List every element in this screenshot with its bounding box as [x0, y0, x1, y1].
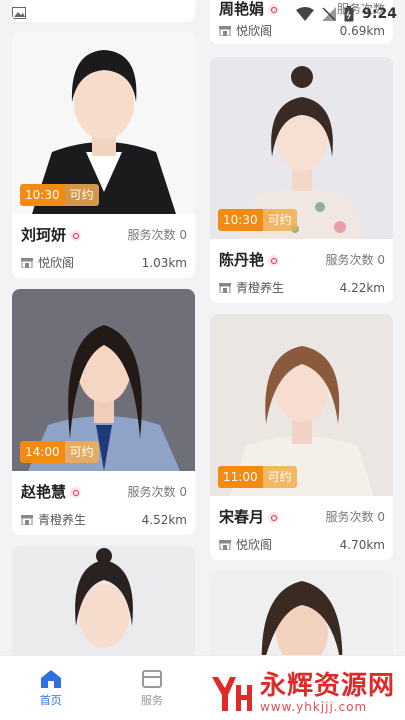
store-icon — [219, 282, 231, 293]
shop-name: 悦欣阁 — [236, 538, 273, 552]
therapist-photo[interactable]: 11:00 可约 — [210, 314, 393, 496]
shop-name: 悦欣阁 — [38, 256, 75, 270]
therapist-name: 陈丹艳 — [219, 251, 265, 269]
service-count: 服务次数 0 — [325, 510, 385, 524]
therapist-name: 周艳娟 — [219, 0, 265, 18]
therapist-photo[interactable] — [12, 546, 195, 656]
therapist-name: 宋春月 — [219, 508, 265, 526]
distance: 4.22km — [339, 280, 385, 295]
grid-icon — [141, 669, 162, 688]
therapist-card[interactable]: 11:00 可约 宋春月 服务次数 0 悦欣阁 4.70km — [210, 314, 393, 560]
battery-icon — [344, 6, 354, 22]
service-count: 服务次数 0 — [127, 228, 187, 242]
store-icon — [21, 514, 33, 525]
verified-icon — [70, 487, 82, 498]
distance: 1.03km — [141, 255, 187, 270]
tab-home[interactable]: 首页 — [0, 656, 101, 720]
therapist-feed[interactable]: ★★★★★ 周艳娟 服务次数 悦欣阁 0.69km — [0, 0, 405, 656]
therapist-name: 刘珂妍 — [21, 226, 67, 244]
verified-icon — [268, 512, 280, 523]
verified-icon — [268, 4, 280, 15]
watermark: 永辉资源网 www.yhkjjj.com — [210, 672, 395, 714]
therapist-card-partial[interactable] — [210, 571, 393, 656]
image-icon — [12, 4, 26, 19]
verified-icon — [70, 230, 82, 241]
availability-badge: 10:30 可约 — [218, 209, 297, 231]
therapist-name: 赵艳慧 — [21, 483, 67, 501]
therapist-card-partial-left[interactable]: ★★★★★ — [12, 0, 195, 22]
distance: 4.52km — [141, 512, 187, 527]
availability-badge: 14:00 可约 — [20, 441, 99, 463]
verified-icon — [268, 255, 280, 266]
therapist-photo[interactable]: 14:00 可约 — [12, 289, 195, 471]
therapist-photo[interactable]: 10:30 可约 — [12, 32, 195, 214]
therapist-card[interactable]: 10:30 可约 刘珂妍 服务次数 0 悦欣阁 1.03km — [12, 32, 195, 278]
distance: 4.70km — [339, 537, 385, 552]
availability-badge: 10:30 可约 — [20, 184, 99, 206]
tab-services[interactable]: 服务 — [101, 656, 202, 720]
shop-name: 青橙养生 — [236, 281, 285, 295]
tab-label: 首页 — [39, 693, 62, 707]
therapist-card-partial[interactable] — [12, 546, 195, 656]
clock: 9:24 — [362, 6, 397, 22]
therapist-card[interactable]: 14:00 可约 赵艳慧 服务次数 0 青橙养生 4.52km — [12, 289, 195, 535]
store-icon — [219, 539, 231, 550]
watermark-url: www.yhkjjj.com — [259, 700, 368, 714]
tab-label: 服务 — [140, 693, 163, 707]
therapist-photo[interactable]: 10:30 可约 — [210, 57, 393, 239]
service-count: 服务次数 0 — [127, 485, 187, 499]
shop-name: 青橙养生 — [38, 513, 87, 527]
home-icon — [40, 669, 61, 688]
watermark-title: 永辉资源网 — [259, 671, 395, 701]
shop-name: 悦欣阁 — [236, 24, 273, 38]
status-bar: 9:24 — [296, 0, 405, 28]
wifi-icon — [296, 7, 315, 21]
store-icon — [219, 25, 231, 36]
signal-icon — [322, 7, 337, 21]
availability-badge: 11:00 可约 — [218, 466, 297, 488]
service-count: 服务次数 0 — [325, 253, 385, 267]
store-icon — [21, 257, 33, 268]
therapist-photo[interactable] — [210, 571, 393, 656]
therapist-card[interactable]: 10:30 可约 陈丹艳 服务次数 0 青橙养生 4.22km — [210, 57, 393, 303]
watermark-logo-icon — [211, 677, 252, 711]
